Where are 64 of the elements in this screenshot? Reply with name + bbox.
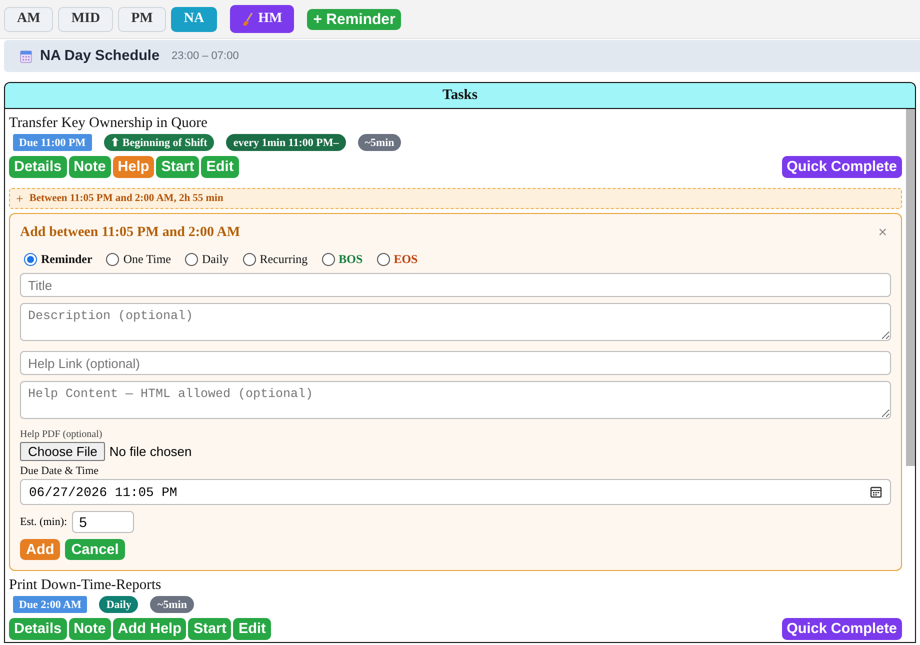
radio-button[interactable] (322, 253, 335, 266)
field-label: Est. (min): (20, 516, 68, 528)
radio-label: BOS (338, 252, 363, 267)
estimate-badge: ~5min (150, 596, 194, 613)
cancel-button[interactable]: Cancel (65, 539, 125, 560)
task-title: Transfer Key Ownership in Quore (9, 115, 208, 132)
due-badge: Due 2:00 AM (13, 596, 88, 613)
action-button[interactable]: Note (68, 618, 111, 640)
radio-button[interactable] (106, 253, 120, 266)
action-button[interactable]: Edit (201, 156, 239, 178)
help-content-field[interactable]: Help Content — HTML allowed (optional) (20, 381, 891, 419)
action-button[interactable]: Note (68, 156, 111, 178)
calendar-icon[interactable] (870, 486, 882, 498)
close-icon[interactable]: × (878, 224, 887, 241)
scrollbar-thumb[interactable] (906, 109, 915, 466)
task-title: Print Down-Time-Reports (9, 577, 162, 594)
hm-button[interactable]: HM (230, 5, 294, 33)
schedule-badge: every 1min 11:00 PM– (226, 134, 346, 151)
help-link-field[interactable]: Help Link (optional) (20, 351, 891, 375)
help-button[interactable]: Help (112, 156, 154, 178)
action-button[interactable]: Details (9, 156, 67, 178)
action-button[interactable]: Edit (233, 618, 271, 640)
date-time-field[interactable]: 06/27/2026 11:05 PM (20, 479, 891, 505)
panel-header: Tasks (5, 83, 915, 109)
action-button[interactable]: Details (9, 618, 67, 640)
action-button[interactable]: Start (156, 156, 200, 178)
radio-button[interactable] (376, 253, 390, 266)
schedule-hours: 23:00 – 07:00 (172, 50, 239, 62)
title-field[interactable]: Title (20, 273, 891, 297)
expand-marker: + (16, 190, 24, 206)
reminder-button[interactable]: + Reminder (307, 8, 402, 30)
action-button[interactable]: Add Help (112, 618, 186, 640)
shift-tab[interactable]: NA (170, 6, 218, 32)
quick-complete-button[interactable]: Quick Complete (782, 156, 902, 178)
radio-label: Recurring (260, 252, 308, 267)
radio-button[interactable] (242, 253, 256, 266)
add-button[interactable]: Add (20, 539, 60, 560)
field-label: Help PDF (optional) (20, 429, 104, 440)
radio-button[interactable] (24, 253, 37, 266)
calendar-icon (20, 50, 32, 62)
schedule-badge: ⬆ Beginning of Shift (104, 134, 214, 151)
estimate-badge: ~5min (358, 134, 402, 151)
field-label: Due Date & Time (20, 465, 100, 477)
estimate-field[interactable]: 5 (72, 511, 134, 533)
radio-label: One Time (123, 252, 172, 267)
time-gap-text: Between 11:05 PM and 2:00 AM, 2h 55 min (29, 193, 224, 204)
radio-button[interactable] (185, 253, 198, 266)
action-button[interactable]: Start (188, 618, 232, 640)
due-badge: Due 11:00 PM (13, 134, 92, 151)
quick-complete-button[interactable]: Quick Complete (782, 618, 902, 640)
shift-tab[interactable]: MID (58, 6, 114, 32)
choose-file-button[interactable]: Choose File (20, 442, 106, 461)
form-title: Add between 11:05 PM and 2:00 AM (20, 224, 240, 240)
shift-tab[interactable]: PM (118, 6, 166, 32)
shift-tab[interactable]: AM (4, 6, 54, 32)
file-status: No file chosen (109, 444, 192, 459)
radio-label: Reminder (41, 252, 92, 267)
schedule-badge: Daily (99, 596, 138, 613)
time-gap-bar[interactable]: + Between 11:05 PM and 2:00 AM, 2h 55 min (9, 188, 902, 209)
radio-label: Daily (202, 252, 229, 267)
schedule-title: NA Day Schedule (40, 48, 160, 64)
description-field[interactable]: Description (optional) (20, 303, 891, 341)
broom-icon (242, 12, 254, 26)
radio-label: EOS (394, 252, 418, 267)
